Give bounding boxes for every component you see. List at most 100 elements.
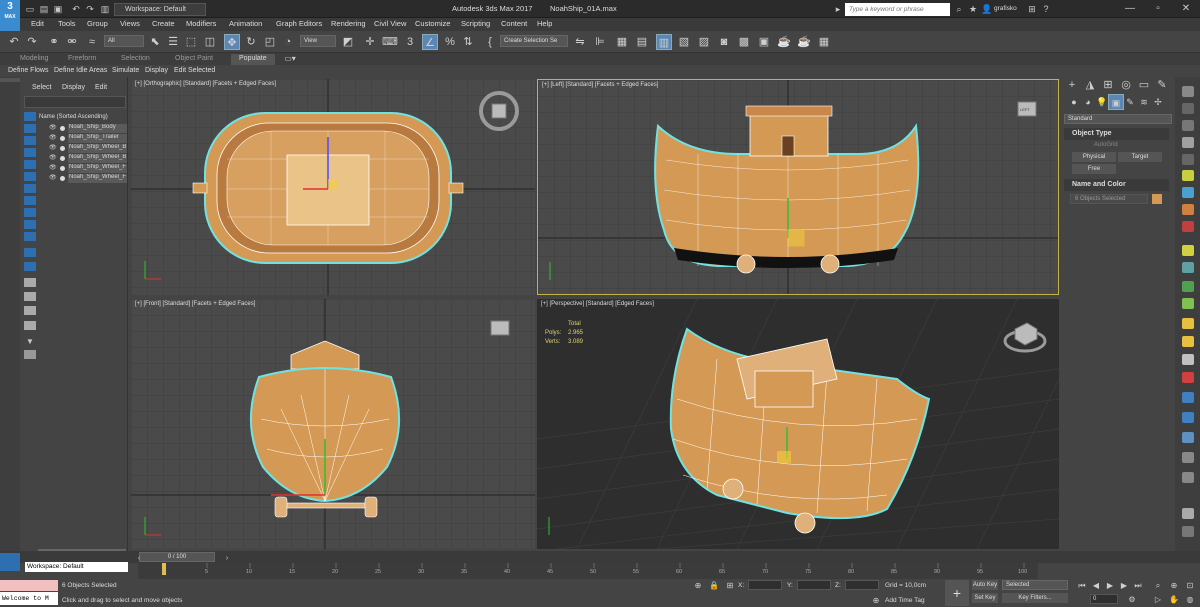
display-hidden-icon[interactable]: [24, 262, 36, 271]
free-camera-button[interactable]: Free: [1072, 164, 1116, 174]
current-frame-field[interactable]: 0: [1090, 594, 1118, 604]
menu-animation[interactable]: Animation: [229, 19, 262, 28]
search-icon[interactable]: ⌕: [953, 3, 965, 15]
named-selection-dropdown[interactable]: Create Selection Se: [500, 35, 568, 47]
visibility-eye-icon[interactable]: 👁: [49, 154, 57, 161]
display-geometry-icon[interactable]: [24, 124, 36, 133]
brush-tool-icon[interactable]: [1182, 86, 1194, 97]
pin-tool-icon[interactable]: [1182, 354, 1194, 365]
explorer-options-icon[interactable]: [24, 350, 36, 359]
display-influences-icon[interactable]: [24, 306, 36, 315]
render-production-icon[interactable]: ☕: [776, 34, 792, 50]
object-name[interactable]: Noah_Ship_Body: [68, 124, 127, 133]
define-flows-button[interactable]: Define Flows: [8, 67, 48, 74]
leaf-tool-icon[interactable]: [1182, 281, 1194, 292]
rectangular-selection-icon[interactable]: ⬚: [183, 34, 199, 50]
menu-customize[interactable]: Customize: [415, 19, 450, 28]
object-type-rollout[interactable]: Object Type: [1064, 128, 1169, 140]
track-bar[interactable]: 0 5 10 15 20 25 30 35 40 45 50 55 60 65 …: [138, 563, 1038, 579]
viewport-label[interactable]: [+] [Perspective] [Standard] [Edged Face…: [541, 301, 654, 307]
workspace-dropdown[interactable]: Workspace: Default: [114, 3, 206, 16]
cart-icon[interactable]: ⊞: [1026, 3, 1038, 15]
reference-coordinate-dropdown[interactable]: View: [300, 35, 336, 47]
toggle-ribbon-icon[interactable]: ▤: [634, 34, 650, 50]
close-button[interactable]: ✕: [1172, 0, 1200, 18]
schematic-view-icon[interactable]: ▨: [696, 34, 712, 50]
user-name[interactable]: grafisko: [994, 5, 1017, 12]
project-folder-icon[interactable]: ▥: [99, 3, 111, 15]
viewport-front[interactable]: [+] [Front] [Standard] [Facets + Edged F…: [131, 299, 535, 549]
search-input[interactable]: Type a keyword or phrase: [845, 3, 950, 16]
select-by-name-icon[interactable]: ☰: [165, 34, 181, 50]
target-camera-button[interactable]: Target: [1118, 152, 1162, 162]
pivot-center-icon[interactable]: ◩: [340, 34, 356, 50]
field-of-view-icon[interactable]: ▷: [1150, 592, 1166, 607]
display-frozen-icon[interactable]: [24, 248, 36, 257]
display-children-icon[interactable]: [24, 292, 36, 301]
undo-icon[interactable]: ↶: [70, 3, 82, 15]
network-tool-icon[interactable]: [1182, 432, 1194, 443]
pan-icon[interactable]: ✋: [1166, 592, 1182, 607]
explorer-tab-edit[interactable]: Edit: [95, 84, 107, 91]
save-icon[interactable]: ▣: [52, 3, 64, 15]
snaps-toggle-icon[interactable]: 3: [402, 34, 418, 50]
object-color-swatch[interactable]: [1152, 194, 1162, 204]
percent-snap-icon[interactable]: %: [442, 34, 458, 50]
visibility-eye-icon[interactable]: 👁: [49, 134, 57, 141]
motion-tab-icon[interactable]: ◎: [1118, 77, 1134, 93]
display-tab-icon[interactable]: ▭: [1136, 77, 1152, 93]
viewport-orthographic[interactable]: [+] [Orthographic] [Standard] [Facets + …: [131, 79, 535, 295]
link-icon[interactable]: ⚭: [46, 34, 62, 50]
coin-tool-icon[interactable]: [1182, 336, 1194, 347]
display-helpers-icon[interactable]: [24, 172, 36, 181]
walk-tool-icon[interactable]: [1182, 508, 1194, 519]
menu-content[interactable]: Content: [501, 19, 527, 28]
render-iterative-icon[interactable]: ☕: [796, 34, 812, 50]
explorer-tab-display[interactable]: Display: [62, 84, 85, 91]
edit-named-selection-icon[interactable]: {: [482, 34, 498, 50]
cube-tool-icon[interactable]: [1182, 262, 1194, 273]
utilities-tab-icon[interactable]: ✎: [1154, 77, 1170, 93]
help-question-icon[interactable]: ?: [1040, 3, 1052, 15]
help-icon[interactable]: ★: [967, 3, 979, 15]
select-scale-icon[interactable]: ◰: [262, 34, 278, 50]
keyboard-shortcut-icon[interactable]: ⌨: [382, 34, 398, 50]
maxscript-mini-listener-top[interactable]: [0, 580, 58, 591]
select-object-icon[interactable]: ⬉: [147, 34, 163, 50]
mirror-icon[interactable]: ⇋: [572, 34, 588, 50]
freeze-icon[interactable]: [60, 166, 65, 171]
tab-populate[interactable]: Populate: [231, 54, 275, 65]
align-icon[interactable]: ⊫: [592, 34, 608, 50]
user-icon[interactable]: 👤: [981, 3, 993, 15]
redo-button-icon[interactable]: ↷: [24, 34, 40, 50]
time-tag-icon[interactable]: ⊕: [868, 593, 884, 607]
explorer-row[interactable]: 👁 Noah_Ship_Trailer: [39, 134, 127, 143]
menu-modifiers[interactable]: Modifiers: [186, 19, 216, 28]
y-coordinate-field[interactable]: [797, 580, 831, 590]
tree-tool-icon[interactable]: [1182, 298, 1194, 309]
freeze-icon[interactable]: [60, 146, 65, 151]
freeze-icon[interactable]: [60, 136, 65, 141]
filter-icon[interactable]: ▼: [24, 337, 36, 346]
explorer-row[interactable]: 👁 Noah_Ship_Wheel_B: [39, 154, 127, 163]
physical-camera-button[interactable]: Physical: [1072, 152, 1116, 162]
menu-civil-view[interactable]: Civil View: [374, 19, 406, 28]
visibility-eye-icon[interactable]: 👁: [49, 164, 57, 171]
camera-tool-icon[interactable]: [1182, 526, 1194, 537]
tab-object-paint[interactable]: Object Paint: [175, 55, 213, 62]
tab-modeling[interactable]: Modeling: [20, 55, 48, 62]
maxscript-mini-icon[interactable]: [0, 553, 20, 571]
gold-sphere-icon[interactable]: [1182, 318, 1194, 329]
viewport-label[interactable]: [+] [Left] [Standard] [Facets + Edged Fa…: [542, 82, 658, 88]
object-name[interactable]: Noah_Ship_Trailer: [68, 134, 127, 143]
explorer-row[interactable]: 👁 Noah_Ship_Body: [39, 124, 127, 133]
bind-spacewarp-icon[interactable]: ≈: [84, 34, 100, 50]
autogrid-checkbox[interactable]: AutoGrid: [1094, 142, 1118, 148]
isolate-selection-icon[interactable]: ⊕: [690, 578, 706, 594]
select-rotate-icon[interactable]: ↻: [243, 34, 259, 50]
key-mode-dropdown[interactable]: Selected: [1002, 580, 1068, 590]
time-config-icon[interactable]: ⚙: [1124, 592, 1140, 607]
display-all-icon[interactable]: [24, 278, 36, 287]
layer-explorer-icon[interactable]: ▦: [614, 34, 630, 50]
selection-lock-icon[interactable]: 🔒: [706, 578, 722, 594]
